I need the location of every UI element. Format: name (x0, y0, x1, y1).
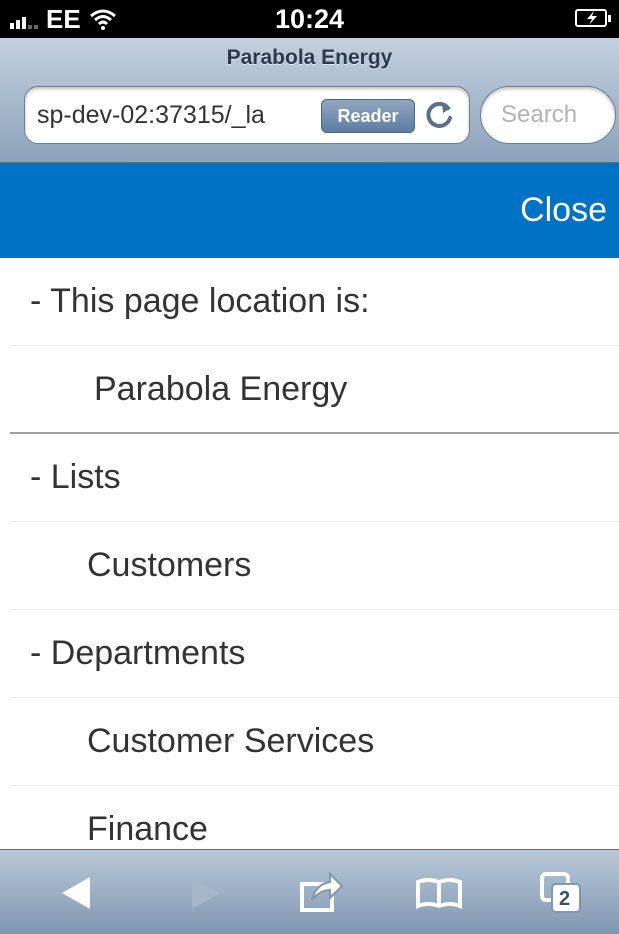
search-input[interactable]: Search (480, 86, 616, 144)
site-header: Close (0, 163, 619, 258)
status-bar: EE 10:24 (0, 0, 619, 38)
nav-heading-lists[interactable]: - Lists (10, 434, 619, 522)
nav-heading-location[interactable]: - This page location is: (10, 258, 619, 346)
nav-heading-departments[interactable]: - Departments (10, 610, 619, 698)
reload-icon[interactable] (424, 99, 456, 131)
share-icon[interactable] (296, 868, 346, 918)
back-icon[interactable] (54, 868, 104, 918)
nav-item-parabola-energy[interactable]: Parabola Energy (10, 346, 619, 434)
tabs-icon[interactable]: 2 (538, 868, 588, 918)
bookmarks-icon[interactable] (414, 868, 464, 918)
clock: 10:24 (274, 4, 345, 34)
browser-toolbar: 2 (0, 849, 619, 934)
tabs-count: 2 (559, 888, 571, 910)
browser-address-bar: Parabola Energy sp-dev-02:37315/_la Read… (0, 38, 619, 163)
reader-button[interactable]: Reader (321, 99, 415, 133)
browser-page-title: Parabola Energy (226, 46, 393, 69)
nav-item-customers[interactable]: Customers (10, 522, 619, 610)
close-button[interactable]: Close (520, 191, 607, 230)
nav-item-customer-services[interactable]: Customer Services (10, 698, 619, 786)
url-fade (269, 97, 323, 133)
site-navigation: - This page location is: Parabola Energy… (0, 258, 619, 874)
url-field[interactable]: sp-dev-02:37315/_la Reader (24, 86, 470, 144)
battery-charging-icon (575, 9, 611, 27)
forward-icon[interactable] (180, 868, 230, 918)
